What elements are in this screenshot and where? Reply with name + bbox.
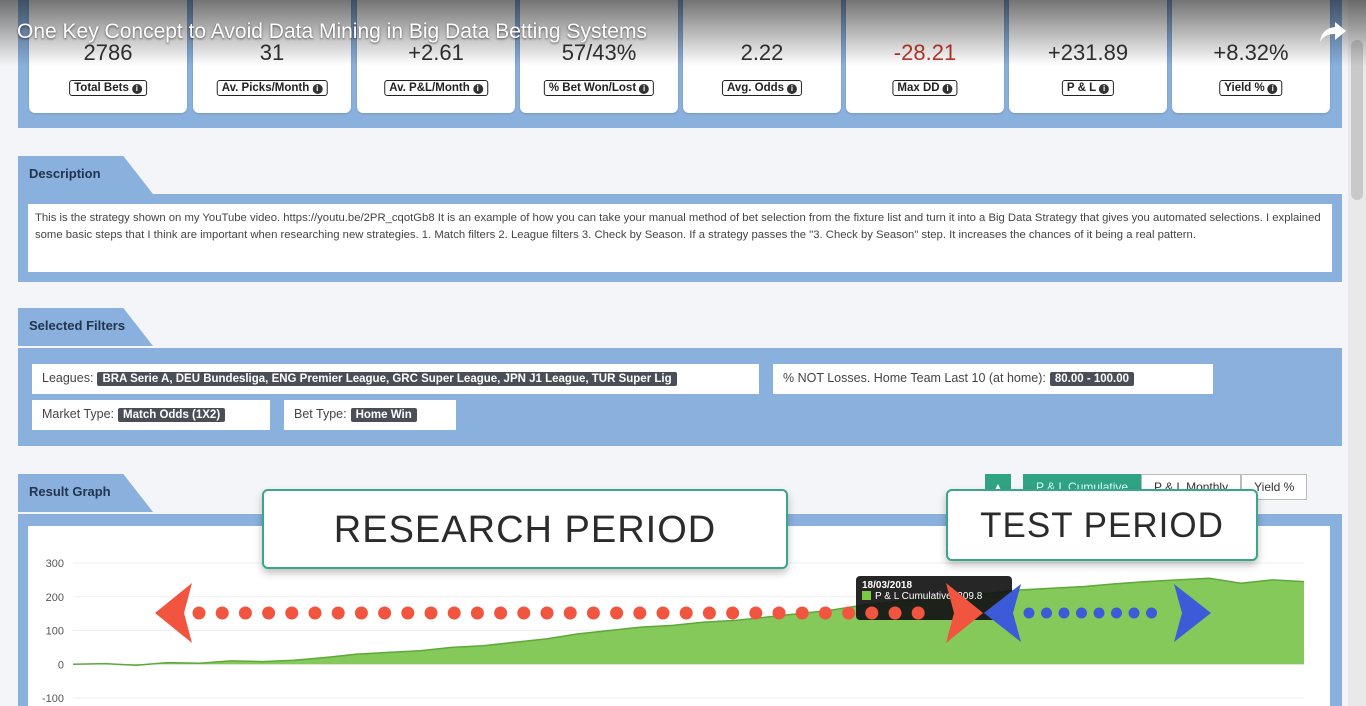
info-icon[interactable]: i [312, 84, 323, 94]
not-losses-label: % NOT Losses. Home Team Last 10 (at home… [783, 371, 1046, 385]
stat-label-text: Av. Picks/Month [221, 82, 310, 94]
description-tab[interactable]: Description [18, 156, 153, 194]
stat-label-text: Yield % [1224, 82, 1265, 94]
stat-label-text: % Bet Won/Lost [548, 82, 637, 94]
info-icon[interactable]: i [1099, 84, 1110, 94]
filter-bet-type: Bet Type: Home Win [284, 400, 456, 430]
stat-label-text: Avg. Odds [726, 82, 785, 94]
test-period-banner: TEST PERIOD [946, 489, 1258, 561]
stat-label-text: Max DD [897, 82, 940, 94]
tooltip-series: P & L Cumulative: 209.8 [875, 591, 983, 602]
info-icon[interactable]: i [942, 84, 953, 94]
filter-market-type: Market Type: Match Odds (1X2) [32, 400, 270, 430]
stat-label-text: Total Bets [74, 82, 129, 94]
bet-label: Bet Type: [294, 407, 347, 421]
stat-label[interactable]: Avg. Odds i [721, 80, 803, 96]
result-graph-tab[interactable]: Result Graph [18, 474, 153, 512]
market-label: Market Type: [42, 407, 115, 421]
info-icon[interactable]: i [787, 84, 798, 94]
y-tick-label: -100 [42, 693, 64, 705]
info-icon[interactable]: i [1267, 84, 1278, 94]
leagues-label: Leagues: [42, 371, 94, 385]
leagues-chip[interactable]: BRA Serie A, DEU Bundesliga, ENG Premier… [97, 372, 677, 386]
filter-leagues: Leagues: BRA Serie A, DEU Bundesliga, ENG… [32, 364, 759, 394]
chart-tooltip: 18/03/2018 P & L Cumulative: 209.8 [856, 576, 1012, 620]
video-title[interactable]: One Key Concept to Avoid Data Mining in … [17, 20, 647, 44]
stat-label[interactable]: P & Li [1061, 80, 1115, 96]
research-period-banner: RESEARCH PERIOD [262, 489, 788, 569]
stat-label[interactable]: Av. P&L/Month i [384, 80, 488, 96]
stat-label[interactable]: % Bet Won/Lost i [543, 80, 655, 96]
description-text: This is the strategy shown on my YouTube… [28, 204, 1332, 272]
stat-label-text: Av. P&L/Month [389, 82, 470, 94]
stat-label[interactable]: Max DD i [892, 80, 958, 96]
share-arrow-icon[interactable] [1318, 20, 1348, 44]
y-tick-label: 100 [46, 626, 64, 638]
selected-filters-tab[interactable]: Selected Filters [18, 308, 153, 346]
stat-label[interactable]: Yield % i [1219, 80, 1283, 96]
pl-cumulative-area[interactable] [73, 578, 1304, 666]
stat-label[interactable]: Av. Picks/Month i [216, 80, 328, 96]
market-chip[interactable]: Match Odds (1X2) [118, 408, 226, 422]
y-tick-label: 200 [46, 592, 64, 604]
filter-not-losses: % NOT Losses. Home Team Last 10 (at home… [773, 364, 1213, 394]
page-scrollbar[interactable] [1348, 0, 1366, 706]
stat-label[interactable]: Total Bets i [69, 80, 147, 96]
info-icon[interactable]: i [472, 84, 483, 94]
y-tick-label: 300 [46, 558, 64, 570]
tooltip-swatch [862, 591, 871, 600]
description-panel: This is the strategy shown on my YouTube… [18, 194, 1342, 282]
filters-panel: Leagues: BRA Serie A, DEU Bundesliga, ENG… [18, 348, 1342, 446]
info-icon[interactable]: i [131, 84, 142, 94]
info-icon[interactable]: i [639, 84, 650, 94]
screen: 2786Total Betsi31Av. Picks/Monthi+2.61Av… [0, 0, 1366, 706]
stat-label-text: P & L [1066, 82, 1097, 94]
tooltip-date: 18/03/2018 [862, 580, 913, 591]
not-losses-chip[interactable]: 80.00 - 100.00 [1049, 372, 1135, 386]
bet-chip[interactable]: Home Win [350, 408, 417, 422]
y-tick-label: 0 [58, 659, 64, 671]
